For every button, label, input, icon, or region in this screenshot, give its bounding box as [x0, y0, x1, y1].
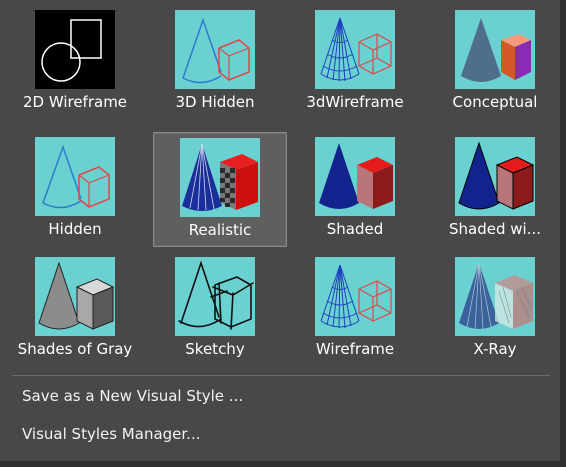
visual-style-shaded-with-edges[interactable]: Shaded wi... [428, 132, 562, 247]
wireframe-icon [315, 257, 395, 336]
visual-style-label: 3dWireframe [306, 93, 404, 111]
visual-style-label: X-Ray [473, 340, 517, 358]
visual-styles-menu: 2D Wireframe 3D Hidden 3dWireframe Conce… [0, 0, 566, 467]
x-ray-icon [455, 257, 535, 336]
realistic-icon [180, 138, 260, 217]
visual-style-label: 3D Hidden [175, 93, 255, 111]
visual-style-label: Hidden [48, 220, 102, 238]
visual-style-label: Wireframe [315, 340, 395, 358]
visual-style-shaded[interactable]: Shaded [288, 132, 422, 247]
visual-style-x-ray[interactable]: X-Ray [428, 252, 562, 367]
hidden-icon [35, 137, 115, 216]
shaded-icon [315, 137, 395, 216]
visual-style-label: Realistic [188, 221, 252, 239]
visual-style-realistic[interactable]: Realistic [153, 132, 287, 247]
visual-style-sketchy[interactable]: Sketchy [148, 252, 282, 367]
visual-style-label: Sketchy [185, 340, 245, 358]
visual-style-conceptual[interactable]: Conceptual [428, 5, 562, 120]
2d-wireframe-icon [35, 10, 115, 89]
visual-style-label: Shades of Gray [17, 340, 133, 358]
shades-of-gray-icon [35, 257, 115, 336]
visual-style-label: 2D Wireframe [22, 93, 128, 111]
visual-style-wireframe[interactable]: Wireframe [288, 252, 422, 367]
visual-style-label: Shaded wi... [449, 220, 541, 238]
visual-styles-manager-item[interactable]: Visual Styles Manager... [22, 425, 200, 443]
menu-separator [12, 375, 550, 376]
conceptual-icon [455, 10, 535, 89]
visual-style-hidden[interactable]: Hidden [8, 132, 142, 247]
visual-style-2d-wireframe[interactable]: 2D Wireframe [8, 5, 142, 120]
sketchy-icon [175, 257, 255, 336]
visual-style-3d-hidden[interactable]: 3D Hidden [148, 5, 282, 120]
visual-style-shades-of-gray[interactable]: Shades of Gray [8, 252, 142, 367]
shaded-with-edges-icon [455, 137, 535, 216]
visual-style-3dwireframe[interactable]: 3dWireframe [288, 5, 422, 120]
3d-hidden-icon [175, 10, 255, 89]
visual-style-label: Shaded [326, 220, 384, 238]
save-as-new-visual-style-item[interactable]: Save as a New Visual Style ... [22, 387, 243, 405]
3d-wireframe-icon [315, 10, 395, 89]
visual-style-label: Conceptual [452, 93, 538, 111]
